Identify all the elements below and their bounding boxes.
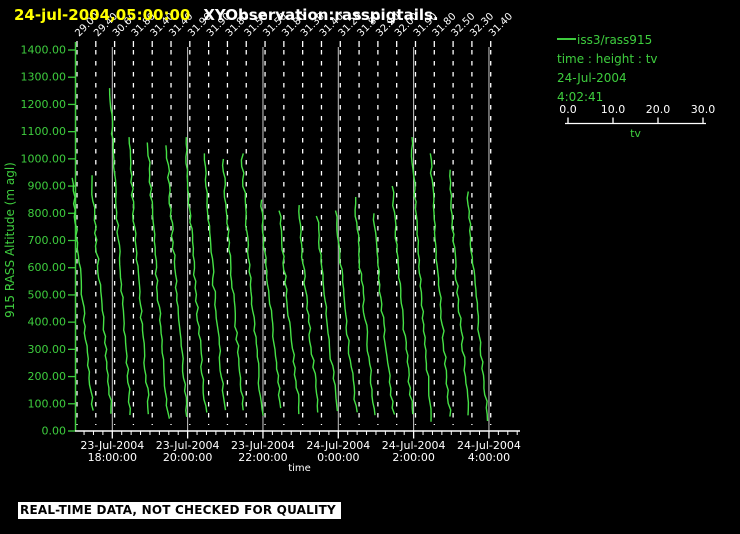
legend-mapping: time : height : tv (557, 52, 658, 66)
x-tick-time: 22:00:00 (238, 451, 287, 464)
y-tick-label: 800.00 (28, 207, 67, 220)
tv-scalebar: 0.0 10.0 20.0 30.0 tv (559, 103, 716, 140)
tv-scale-tick-label: 0.0 (559, 103, 577, 116)
plot-window: 29.00 29.40 30.60 31.80 31.40 31.40 31.90 31.90… (0, 0, 740, 534)
y-tick-label: 300.00 (28, 343, 67, 356)
y-tick-label: 200.00 (28, 370, 67, 383)
pigtail-trace-22 (466, 191, 489, 422)
pigtail-trace-6 (165, 145, 188, 417)
y-tick-label: 600.00 (28, 261, 67, 274)
y-tick-label: 1200.00 (21, 98, 67, 111)
legend-series-row: iss3/rass915 (557, 31, 658, 50)
legend-line-sample-icon (557, 38, 576, 40)
pigtail-traces (71, 88, 489, 422)
x-tick-time: 2:00:00 (392, 451, 434, 464)
tv-scale-tick-label: 10.0 (601, 103, 626, 116)
pigtail-trace-16 (354, 197, 376, 416)
legend-series-label: iss3/rass915 (577, 33, 653, 47)
pigtail-time-gridlines (76, 41, 492, 425)
pigtail-trace-11 (260, 199, 282, 409)
tv-scale-tick-label: 20.0 (646, 103, 671, 116)
tv-scale-tick-label: 30.0 (691, 103, 716, 116)
y-tick-label: 500.00 (28, 288, 67, 301)
pigtail-trace-9 (221, 158, 244, 411)
y-tick-label: 900.00 (28, 180, 67, 193)
title-datetime: 24-jul-2004,05:00:00 (14, 6, 191, 24)
pigtail-trace-8 (203, 153, 227, 411)
pigtail-trace-2 (91, 175, 113, 414)
x-tick-time: 0:00:00 (317, 451, 359, 464)
x-tick-time: 4:00:00 (468, 451, 510, 464)
y-tick-label: 1000.00 (21, 152, 67, 165)
pigtail-trace-14 (315, 215, 339, 412)
y-tick-label: 1100.00 (21, 125, 67, 138)
title-text: XYObservation:rasspigtails. (203, 6, 439, 24)
x-tick-time: 20:00:00 (163, 451, 212, 464)
pigtail-trace-18 (391, 185, 414, 415)
legend-date: 24-Jul-2004 (557, 71, 627, 85)
y-tick-label: 1300.00 (21, 71, 67, 84)
legend: iss3/rass915 time : height : tv 24-Jul-2… (557, 31, 658, 107)
pigtail-trace-17 (372, 213, 396, 415)
x-axis-title: time (288, 463, 311, 474)
y-tick-label: 1400.00 (21, 44, 67, 57)
y-tick-label: 100.00 (28, 397, 67, 410)
pigtail-trace-19 (410, 137, 432, 422)
y-axis-title: 915 RASS Altitude (m agl) (3, 162, 17, 318)
x-tick-time: 18:00:00 (88, 451, 137, 464)
pigtail-trace-20 (429, 153, 452, 417)
y-tick-label: 700.00 (28, 234, 67, 247)
pigtail-trace-12 (278, 210, 300, 415)
tv-scale-title: tv (630, 127, 641, 140)
y-tick-label: 400.00 (28, 316, 67, 329)
y-tick-label: 0.00 (42, 425, 67, 438)
pigtail-trace-7 (185, 137, 208, 413)
x-axis: 23-Jul-200418:00:0023-Jul-200420:00:0023… (75, 430, 521, 474)
y-axis: 0.00 100.00 200.00 300.00 400.00 500.00 600.00… (3, 42, 77, 438)
quality-banner: REAL-TIME DATA, NOT CHECKED FOR QUALITY (18, 502, 341, 519)
page-title: 24-jul-2004,05:00:00 XYObservation:rasspi… (14, 6, 439, 24)
pigtail-trace-4 (128, 137, 150, 415)
pigtail-trace-13 (298, 205, 319, 413)
pigtail-trace-5 (146, 142, 171, 419)
pigtail-trace-10 (240, 153, 264, 416)
